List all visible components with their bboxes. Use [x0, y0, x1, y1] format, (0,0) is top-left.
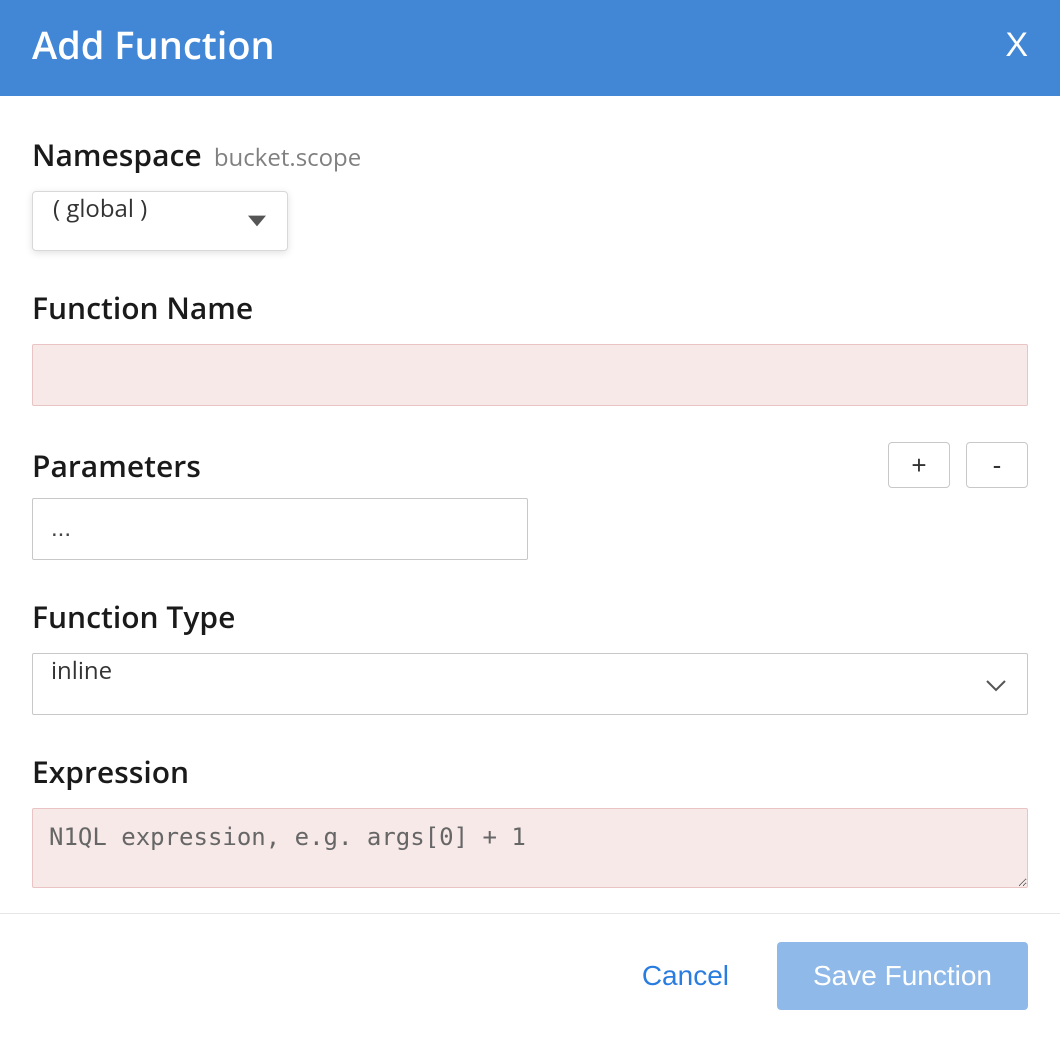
modal-body: Namespace bucket.scope ( global ) Functi… [0, 96, 1060, 925]
function-name-field: Function Name [32, 287, 1028, 406]
parameter-input[interactable] [32, 498, 528, 560]
namespace-label: Namespace [32, 134, 202, 175]
function-name-input[interactable] [32, 344, 1028, 406]
namespace-sublabel: bucket.scope [214, 141, 361, 174]
remove-parameter-button[interactable]: - [966, 442, 1028, 488]
expression-input[interactable] [32, 808, 1028, 888]
parameters-label: Parameters [32, 445, 201, 486]
expression-label: Expression [32, 751, 189, 792]
function-type-label: Function Type [32, 596, 235, 637]
namespace-select[interactable]: ( global ) [32, 191, 288, 251]
parameters-field: Parameters + - [32, 442, 1028, 560]
namespace-field: Namespace bucket.scope ( global ) [32, 134, 1028, 251]
add-parameter-button[interactable]: + [888, 442, 950, 488]
modal-header: Add Function X [0, 0, 1060, 96]
function-type-field: Function Type inline [32, 596, 1028, 715]
modal-title: Add Function [32, 19, 275, 71]
expression-field: Expression [32, 751, 1028, 893]
function-name-label: Function Name [32, 287, 253, 328]
save-function-button[interactable]: Save Function [777, 942, 1028, 1010]
cancel-button[interactable]: Cancel [642, 960, 729, 992]
close-button[interactable]: X [1005, 28, 1028, 62]
function-type-select[interactable]: inline [32, 653, 1028, 715]
modal-footer: Cancel Save Function [0, 913, 1060, 1038]
